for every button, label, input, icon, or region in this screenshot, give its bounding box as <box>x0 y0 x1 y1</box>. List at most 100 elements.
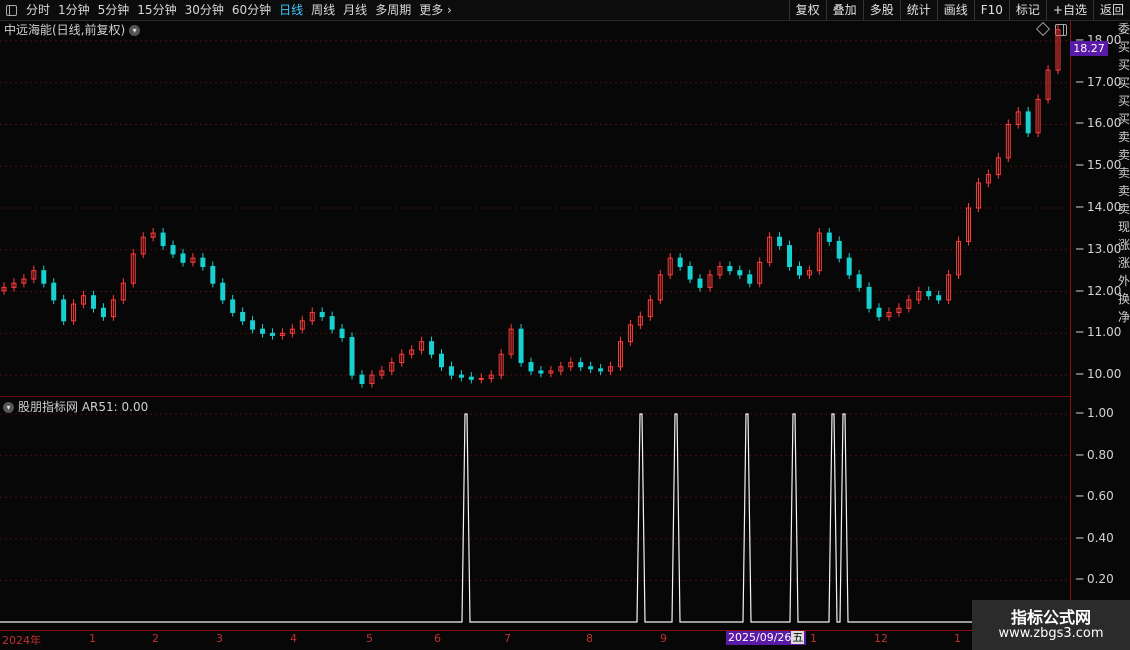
candle <box>826 232 832 242</box>
candle <box>598 368 604 372</box>
toolbar-button-4[interactable]: 画线 <box>936 0 974 20</box>
period-tab-8[interactable]: 月线 <box>339 0 371 20</box>
price-tick: ─ 10.00 <box>1076 367 1122 382</box>
candle <box>329 316 335 330</box>
candle <box>250 320 256 330</box>
last-price-tag: 18.27 <box>1070 41 1108 56</box>
time-tick: 1 <box>954 632 961 645</box>
candle <box>100 307 106 318</box>
candle <box>727 265 733 272</box>
window-toggle-icon[interactable] <box>0 0 22 20</box>
quote-edge-char: 卖 <box>1118 202 1130 216</box>
candle <box>210 265 216 284</box>
price-axis-border <box>1070 20 1071 630</box>
price-tick: ─ 17.00 <box>1076 74 1122 89</box>
candlestick-chart[interactable] <box>0 20 1070 396</box>
period-tab-6[interactable]: 日线 <box>275 0 307 20</box>
period-tab-1[interactable]: 1分钟 <box>54 0 94 20</box>
time-tick: 1 <box>810 632 817 645</box>
time-tick: 8 <box>586 632 593 645</box>
candle <box>90 295 96 309</box>
candle <box>796 265 802 276</box>
price-tick: ─ 14.00 <box>1076 200 1122 214</box>
time-tick: 1 <box>89 632 96 645</box>
candle <box>926 291 932 297</box>
indicator-chart[interactable] <box>0 397 1070 630</box>
period-tab-2[interactable]: 5分钟 <box>94 0 134 20</box>
candle <box>468 376 474 380</box>
candle <box>180 253 186 263</box>
toolbar-button-0[interactable]: 复权 <box>788 0 826 20</box>
toolbar-button-6[interactable]: 标记 <box>1008 0 1046 20</box>
time-tick: 5 <box>366 632 373 645</box>
candle <box>478 377 484 380</box>
time-tick: 2024年 <box>2 634 41 647</box>
period-tab-9[interactable]: 多周期 <box>371 0 415 20</box>
time-tick: 6 <box>434 632 441 645</box>
toolbar-button-3[interactable]: 统计 <box>899 0 937 20</box>
candle <box>458 374 464 378</box>
quote-edge-char: 涨 <box>1118 238 1130 252</box>
indicator-tick: ─ 0.80 <box>1076 447 1114 462</box>
candle <box>777 236 783 247</box>
price-tick: ─ 15.00 <box>1076 158 1122 173</box>
watermark-title: 指标公式网 <box>1010 608 1091 627</box>
quote-edge-char: 现 <box>1118 220 1130 234</box>
quote-edge-char: 买 <box>1118 112 1130 126</box>
candle <box>160 232 166 247</box>
candle <box>936 295 942 301</box>
indicator-tick: ─ 0.40 <box>1076 530 1114 545</box>
candle <box>1025 111 1031 134</box>
period-tab-7[interactable]: 周线 <box>307 0 339 20</box>
quote-edge-char: 卖 <box>1118 184 1130 198</box>
candle <box>697 278 703 288</box>
candle <box>876 307 882 318</box>
candle <box>41 270 47 284</box>
quote-edge-char: 买 <box>1118 76 1130 90</box>
watermark-url: www.zbgs3.com <box>998 626 1104 641</box>
candle <box>339 328 345 339</box>
candle <box>856 274 862 288</box>
quote-edge-char: 卖 <box>1118 130 1130 144</box>
time-tick: 12 <box>874 632 888 645</box>
toolbar-button-7[interactable]: +自选 <box>1045 0 1093 20</box>
period-tab-0[interactable]: 分时 <box>22 0 54 20</box>
candle <box>230 299 236 313</box>
candle <box>349 337 355 376</box>
candle <box>269 332 275 336</box>
quote-edge-char: 净 <box>1118 310 1130 324</box>
candle <box>747 274 753 284</box>
candle <box>846 257 852 276</box>
toolbar-button-2[interactable]: 多股 <box>862 0 900 20</box>
toolbar-button-1[interactable]: 叠加 <box>825 0 863 20</box>
candle <box>448 366 454 376</box>
quote-edge-char: 涨 <box>1118 256 1130 270</box>
candle <box>61 299 67 322</box>
toolbar-button-5[interactable]: F10 <box>973 0 1009 20</box>
quote-edge-char: 买 <box>1118 58 1130 72</box>
price-tick: ─ 16.00 <box>1076 116 1122 131</box>
quote-edge-char: 换 <box>1118 292 1130 306</box>
candle <box>687 265 693 280</box>
candle <box>170 245 176 255</box>
candle <box>737 270 743 276</box>
period-tab-3[interactable]: 15分钟 <box>133 0 180 20</box>
time-tick: 2 <box>152 632 159 645</box>
quote-edge-char: 卖 <box>1118 166 1130 180</box>
candle <box>429 341 435 355</box>
candle <box>836 240 842 259</box>
candle <box>787 245 793 267</box>
period-tab-5[interactable]: 60分钟 <box>228 0 275 20</box>
quote-panel-edge: 委买买买买买卖卖卖卖卖现涨涨外换净 <box>1118 20 1130 630</box>
candle <box>588 366 594 370</box>
candle <box>319 311 325 318</box>
time-tick: 4 <box>290 632 297 645</box>
period-tab-10[interactable]: 更多 › <box>415 0 456 20</box>
candle <box>528 362 534 372</box>
candle <box>359 374 365 384</box>
price-tick: ─ 11.00 <box>1076 325 1122 340</box>
toolbar-button-8[interactable]: 返回 <box>1092 0 1130 20</box>
time-tick: 7 <box>504 632 511 645</box>
price-tick: ─ 13.00 <box>1076 241 1122 256</box>
period-tab-4[interactable]: 30分钟 <box>181 0 228 20</box>
